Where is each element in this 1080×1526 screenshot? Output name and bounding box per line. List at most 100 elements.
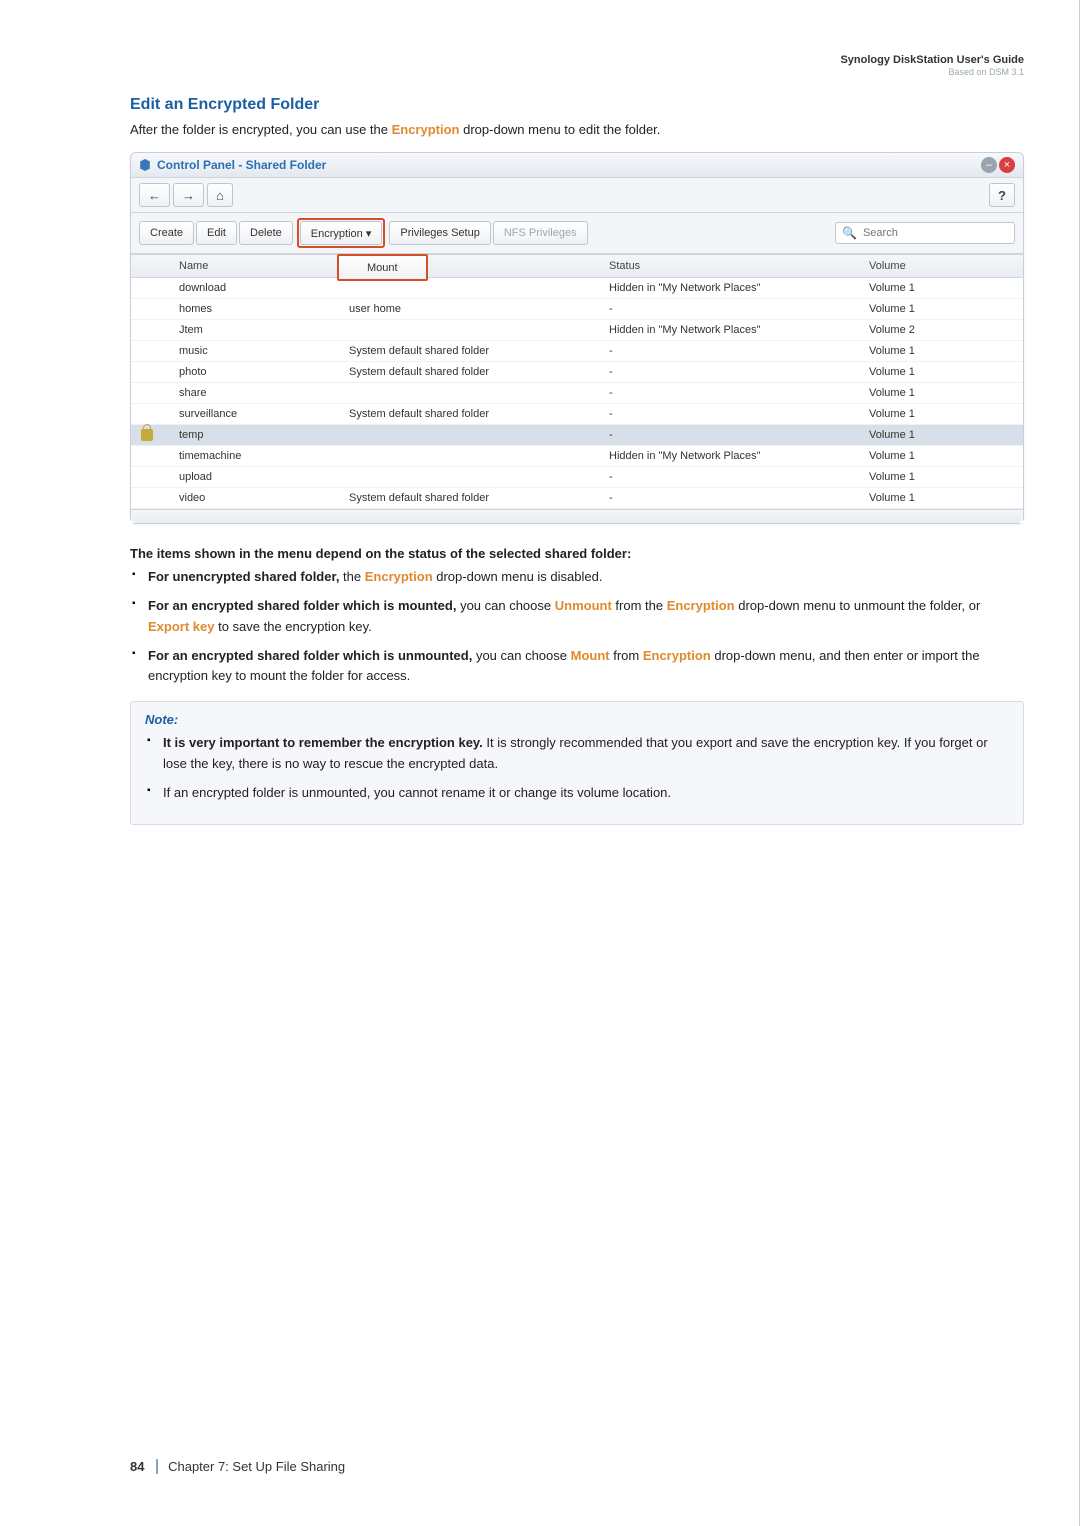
note-title: Note: [145, 712, 1009, 727]
row-status: - [599, 299, 859, 320]
row-volume: Volume 1 [859, 446, 1023, 467]
row-volume: Volume 1 [859, 362, 1023, 383]
row-description: user home [339, 299, 599, 320]
b2-pre: For an encrypted shared folder which is … [148, 598, 460, 613]
row-description: System default shared folder [339, 341, 599, 362]
b1-pre: For unencrypted shared folder, [148, 569, 343, 584]
row-icon-cell [131, 467, 169, 488]
home-button[interactable]: ⌂ [207, 183, 233, 207]
row-status: Hidden in "My Network Places" [599, 320, 859, 341]
row-volume: Volume 1 [859, 488, 1023, 509]
b3-t1: from [610, 648, 643, 663]
row-status: - [599, 404, 859, 425]
row-icon-cell [131, 425, 169, 446]
col-status[interactable]: Status [599, 255, 859, 278]
table-row[interactable]: musicSystem default shared folder-Volume… [131, 341, 1023, 362]
nfs-privileges-button[interactable]: NFS Privileges [493, 221, 588, 245]
delete-button[interactable]: Delete [239, 221, 293, 245]
list-item: For unencrypted shared folder, the Encry… [130, 567, 1024, 588]
row-description: System default shared folder [339, 488, 599, 509]
b3-l1: Mount [571, 648, 610, 663]
row-description: System default shared folder [339, 362, 599, 383]
table-row[interactable]: temp -Volume 1 [131, 425, 1023, 446]
row-name: timemachine [169, 446, 339, 467]
search-input[interactable] [861, 226, 1008, 240]
b3-l2: Encryption [643, 648, 711, 663]
row-status: - [599, 425, 859, 446]
b2-t1: from the [612, 598, 667, 613]
row-icon-cell [131, 488, 169, 509]
row-description: System default shared folder [339, 404, 599, 425]
back-button[interactable]: ← [139, 183, 170, 207]
table-row[interactable]: downloadHidden in "My Network Places"Vol… [131, 278, 1023, 299]
row-volume: Volume 1 [859, 467, 1023, 488]
col-description[interactable]: Mount ription [339, 255, 599, 278]
table-row[interactable]: JtemHidden in "My Network Places"Volume … [131, 320, 1023, 341]
row-icon-cell [131, 341, 169, 362]
b2-t2: drop-down menu to unmount the folder, or [735, 598, 981, 613]
col-name[interactable]: Name [169, 255, 339, 278]
edit-button[interactable]: Edit [196, 221, 237, 245]
window-titlebar[interactable]: Control Panel - Shared Folder – × [131, 153, 1023, 178]
row-volume: Volume 1 [859, 383, 1023, 404]
row-status: - [599, 362, 859, 383]
row-icon-cell [131, 320, 169, 341]
row-status: - [599, 488, 859, 509]
row-name: photo [169, 362, 339, 383]
b3-mid: you can choose [476, 648, 571, 663]
b2-l3: Export key [148, 619, 214, 634]
b2-t3: to save the encryption key. [214, 619, 371, 634]
folder-table-wrap: Name Mount ription Status Volume downloa… [131, 254, 1023, 523]
list-item: For an encrypted shared folder which is … [130, 596, 1024, 638]
table-row[interactable]: surveillanceSystem default shared folder… [131, 404, 1023, 425]
window-title: Control Panel - Shared Folder [157, 158, 326, 172]
row-status: Hidden in "My Network Places" [599, 278, 859, 299]
synology-logo-icon [139, 159, 151, 171]
row-description [339, 320, 599, 341]
table-row[interactable]: photoSystem default shared folder-Volume… [131, 362, 1023, 383]
privileges-setup-button[interactable]: Privileges Setup [389, 221, 491, 245]
row-icon-cell [131, 383, 169, 404]
section-title: Edit an Encrypted Folder [130, 96, 1024, 114]
row-icon-cell [131, 446, 169, 467]
row-name: surveillance [169, 404, 339, 425]
encryption-highlight: Encryption ▾ [297, 218, 386, 248]
table-header-row: Name Mount ription Status Volume [131, 255, 1023, 278]
row-name: upload [169, 467, 339, 488]
search-box[interactable]: 🔍 [835, 222, 1015, 244]
col-icon[interactable] [131, 255, 169, 278]
note-box: Note: It is very important to remember t… [130, 701, 1024, 824]
b2-mid: you can choose [460, 598, 555, 613]
row-volume: Volume 1 [859, 425, 1023, 446]
page-footer: 84 Chapter 7: Set Up File Sharing [130, 1459, 345, 1474]
table-row[interactable]: timemachineHidden in "My Network Places"… [131, 446, 1023, 467]
row-name: video [169, 488, 339, 509]
col-volume[interactable]: Volume [859, 255, 1023, 278]
nav-bar: ← → ⌂ ? [131, 178, 1023, 213]
table-row[interactable]: upload -Volume 1 [131, 467, 1023, 488]
row-volume: Volume 2 [859, 320, 1023, 341]
forward-button[interactable]: → [173, 183, 204, 207]
row-volume: Volume 1 [859, 299, 1023, 320]
row-volume: Volume 1 [859, 278, 1023, 299]
b1-link: Encryption [365, 569, 433, 584]
help-button[interactable]: ? [989, 183, 1015, 207]
row-status: - [599, 467, 859, 488]
create-button[interactable]: Create [139, 221, 194, 245]
row-name: music [169, 341, 339, 362]
mount-overlay[interactable]: Mount [337, 254, 428, 281]
intro-post: drop-down menu to edit the folder. [460, 122, 661, 137]
close-icon[interactable]: × [999, 157, 1015, 173]
minimize-icon[interactable]: – [981, 157, 997, 173]
note-item: If an encrypted folder is unmounted, you… [145, 783, 1009, 804]
table-row[interactable]: homesuser home-Volume 1 [131, 299, 1023, 320]
doc-subtitle: Based on DSM 3.1 [948, 67, 1024, 77]
table-row[interactable]: videoSystem default shared folder-Volume… [131, 488, 1023, 509]
row-name: temp [169, 425, 339, 446]
note-item: It is very important to remember the enc… [145, 733, 1009, 775]
encryption-dropdown[interactable]: Encryption ▾ [300, 221, 383, 245]
row-volume: Volume 1 [859, 341, 1023, 362]
row-description [339, 446, 599, 467]
b1-post: drop-down menu is disabled. [433, 569, 603, 584]
table-row[interactable]: share-Volume 1 [131, 383, 1023, 404]
